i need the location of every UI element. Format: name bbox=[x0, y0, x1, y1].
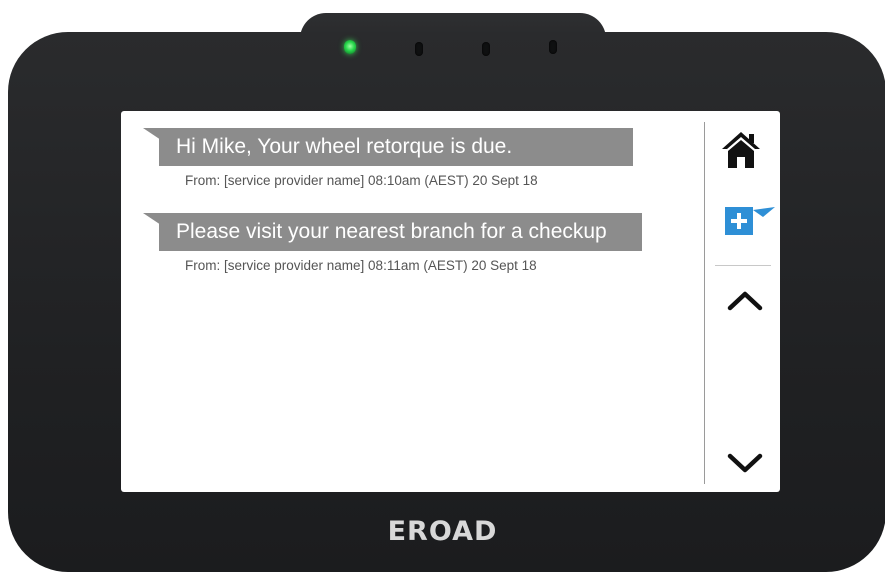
chevron-down-icon bbox=[727, 453, 763, 473]
message-text: Hi Mike, Your wheel retorque is due. bbox=[176, 135, 513, 158]
brand-logo: EROAD bbox=[387, 516, 498, 547]
new-message-button[interactable] bbox=[723, 201, 775, 241]
sensor-icon bbox=[549, 40, 557, 54]
message-meta: From: [service provider name] 08:10am (A… bbox=[185, 173, 538, 188]
message-list[interactable]: Hi Mike, Your wheel retorque is due. Fro… bbox=[121, 111, 704, 492]
message-meta: From: [service provider name] 08:11am (A… bbox=[185, 258, 537, 273]
device-scene: Hi Mike, Your wheel retorque is due. Fro… bbox=[0, 0, 885, 576]
chevron-up-icon bbox=[727, 291, 763, 311]
status-led-icon bbox=[344, 40, 356, 54]
message-bubble[interactable]: Please visit your nearest branch for a c… bbox=[159, 213, 642, 251]
side-panel-separator bbox=[715, 265, 771, 266]
side-panel-divider bbox=[704, 122, 705, 484]
message-text: Please visit your nearest branch for a c… bbox=[176, 220, 607, 243]
message-bubble[interactable]: Hi Mike, Your wheel retorque is due. bbox=[159, 128, 633, 166]
sensor-icon bbox=[415, 42, 423, 56]
sensor-icon bbox=[482, 42, 490, 56]
home-button[interactable] bbox=[721, 129, 761, 171]
scroll-up-button[interactable] bbox=[727, 287, 763, 313]
scroll-down-button[interactable] bbox=[727, 451, 763, 477]
plus-message-icon bbox=[725, 207, 775, 235]
home-icon bbox=[722, 132, 760, 168]
device-screen: Hi Mike, Your wheel retorque is due. Fro… bbox=[121, 111, 780, 492]
